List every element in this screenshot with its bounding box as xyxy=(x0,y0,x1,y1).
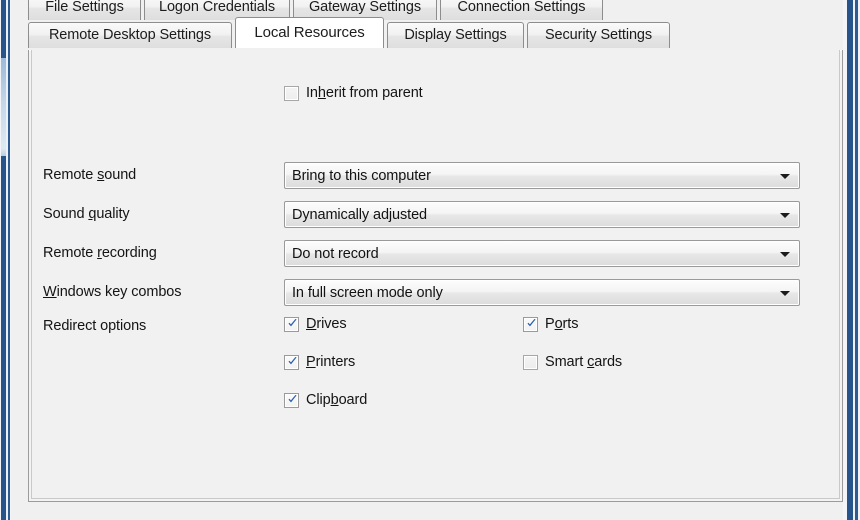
client-area: File Settings Logon Credentials Gateway Se… xyxy=(11,0,843,520)
inherit-from-parent-box[interactable] xyxy=(284,86,299,101)
checkbox-label-printers: Printers xyxy=(306,354,356,370)
chevron-down-icon[interactable] xyxy=(780,252,790,257)
checkbox-box-clipboard[interactable] xyxy=(284,393,299,408)
redirect-options-label: Redirect options xyxy=(43,318,147,334)
combobox-row-0[interactable]: Bring to this computer xyxy=(284,162,800,189)
settings-window: File Settings Logon Credentials Gateway Se… xyxy=(0,0,860,520)
label-row-2: Remote recording xyxy=(43,245,157,261)
window-border-left xyxy=(0,0,11,520)
window-border-left-inner xyxy=(8,0,10,520)
checkbox-box-printers[interactable] xyxy=(284,355,299,370)
combobox-row-2[interactable]: Do not record xyxy=(284,240,800,267)
checkbox-label-clipboard: Clipboard xyxy=(306,392,368,408)
label-row-0: Remote sound xyxy=(43,167,137,183)
checkbox-label-smart-cards: Smart cards xyxy=(545,354,623,370)
chevron-down-icon[interactable] xyxy=(780,213,790,218)
combobox-value-2: Do not record xyxy=(292,246,379,262)
combobox-value-1: Dynamically adjusted xyxy=(292,207,428,223)
checkbox-box-drives[interactable] xyxy=(284,317,299,332)
inherit-from-parent-label: Inherit from parent xyxy=(306,85,423,101)
tab-file-settings[interactable]: File Settings xyxy=(28,0,141,20)
tab-display-settings[interactable]: Display Settings xyxy=(387,22,524,48)
label-row-3: Windows key combos xyxy=(43,284,182,300)
local-resources-form: Inherit from parent Remote sound Bring to… xyxy=(11,50,843,502)
tab-connection-settings[interactable]: Connection Settings xyxy=(440,0,603,20)
combobox-row-3[interactable]: In full screen mode only xyxy=(284,279,800,306)
chevron-down-icon[interactable] xyxy=(780,291,790,296)
checkbox-label-ports: Ports xyxy=(545,316,579,332)
checkbox-label-drives: Drives xyxy=(306,316,347,332)
tab-remote-desktop-settings[interactable]: Remote Desktop Settings xyxy=(28,22,232,48)
combobox-row-1[interactable]: Dynamically adjusted xyxy=(284,201,800,228)
window-border-right-inner xyxy=(855,0,858,520)
checkbox-box-ports[interactable] xyxy=(523,317,538,332)
tab-security-settings[interactable]: Security Settings xyxy=(527,22,670,48)
combobox-value-0: Bring to this computer xyxy=(292,168,431,184)
checkbox-box-smart-cards[interactable] xyxy=(523,355,538,370)
label-row-1: Sound quality xyxy=(43,206,130,222)
chevron-down-icon[interactable] xyxy=(780,174,790,179)
combobox-value-3: In full screen mode only xyxy=(292,285,443,301)
tab-strip: File Settings Logon Credentials Gateway Se… xyxy=(28,0,843,51)
window-border-right xyxy=(843,0,860,520)
tab-local-resources[interactable]: Local Resources xyxy=(235,17,384,48)
